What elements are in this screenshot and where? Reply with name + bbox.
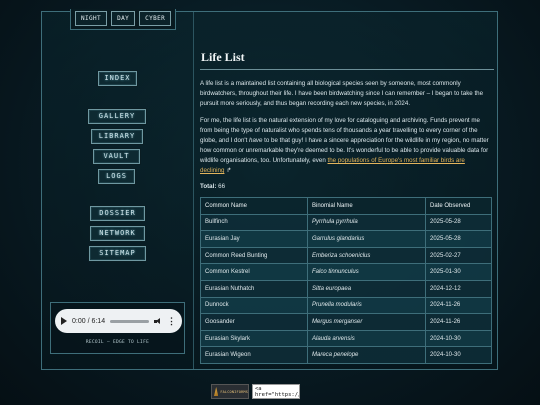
page-title: Life List: [201, 50, 245, 64]
site-frame: NIGHT DAY CYBER INDEX GALLERY LIBRARY VA…: [41, 9, 498, 370]
binomial-name-cell: Prunella modularis: [307, 296, 426, 315]
site-badge[interactable]: FALCONIFORMS: [211, 384, 249, 399]
date-observed-cell: 2025-01-30: [425, 263, 492, 281]
second-paragraph: For me, the life list is the natural ext…: [200, 116, 494, 176]
binomial-name-cell: Garrulus glandarius: [307, 230, 426, 248]
nav-vault-button[interactable]: VAULT: [93, 149, 140, 164]
binomial-name-cell: Sitta europaea: [307, 279, 426, 298]
music-player: 0:00 / 6:14 ⋮ RECOIL — EDGE TO LIFE: [50, 302, 185, 354]
more-vertical-icon[interactable]: ⋮: [167, 316, 176, 326]
badge-embed-code[interactable]: <a href="https://falconi: [252, 384, 300, 399]
nav-logs-button[interactable]: LOGS: [98, 169, 135, 184]
intro-paragraph: A life list is a maintained list contain…: [200, 80, 484, 107]
nav-network-button[interactable]: NETWORK: [90, 226, 145, 241]
table-row: Eurasian Wigeon Mareca penelope 2024-10-30: [200, 346, 492, 364]
badge-text: FALCONIFORMS: [220, 389, 248, 394]
column-header-binomial-name: Binomial Name: [307, 197, 426, 215]
common-name-cell: Bullfinch: [200, 213, 308, 232]
common-name-cell: Dunnock: [200, 296, 308, 315]
total-label: Total:: [200, 183, 217, 190]
date-observed-cell: 2025-02-27: [425, 246, 492, 265]
nav-index-button[interactable]: INDEX: [98, 71, 137, 86]
audio-progress-bar[interactable]: [110, 319, 149, 323]
common-name-cell: Common Kestrel: [200, 263, 308, 281]
column-header-date-observed: Date Observed: [425, 197, 492, 215]
nav-dossier-button[interactable]: DOSSIER: [90, 206, 145, 221]
external-link-icon: ↱: [226, 168, 232, 174]
table-row: Eurasian Jay Garrulus glandarius 2025-05-2…: [200, 230, 492, 248]
nav-library-button[interactable]: LIBRARY: [91, 129, 143, 144]
binomial-name-cell: Emberiza schoeniclus: [307, 246, 426, 265]
nav-sitemap-button[interactable]: SITEMAP: [89, 246, 146, 261]
table-row: Common Reed Bunting Emberiza schoeniclus 2…: [200, 246, 492, 265]
common-name-cell: Common Reed Bunting: [200, 246, 308, 265]
date-observed-cell: 2024-10-30: [425, 329, 492, 348]
audio-time: 0:00 / 6:14: [72, 317, 106, 325]
sidebar: INDEX GALLERY LIBRARY VAULT LOGS DOSSIER…: [42, 12, 194, 369]
audio-player: 0:00 / 6:14 ⋮: [55, 309, 182, 333]
common-name-cell: Eurasian Wigeon: [200, 346, 308, 364]
play-icon[interactable]: [61, 317, 67, 325]
nav-gallery-button[interactable]: GALLERY: [88, 109, 146, 124]
common-name-cell: Goosander: [200, 313, 308, 331]
volume-icon[interactable]: [154, 317, 162, 325]
table-row: Goosander Mergus merganser 2024-11-26: [200, 313, 492, 331]
date-observed-cell: 2024-11-26: [425, 313, 492, 331]
table-header-row: Common Name Binomial Name Date Observed: [200, 197, 492, 215]
binomial-name-cell: Mergus merganser: [307, 313, 426, 331]
binomial-name-cell: Pyrrhula pyrrhula: [307, 213, 426, 232]
total-value: 66: [218, 183, 226, 190]
date-observed-cell: 2024-12-12: [425, 279, 492, 298]
date-observed-cell: 2025-05-28: [425, 213, 492, 232]
table-row: Eurasian Skylark Alauda arvensis 2024-10-3…: [200, 329, 492, 348]
footer-badges: FALCONIFORMS <a href="https://falconi: [211, 384, 300, 399]
table-row: Common Kestrel Falco tinnunculus 2025-01-3…: [200, 263, 492, 281]
binomial-name-cell: Alauda arvensis: [307, 329, 426, 348]
date-observed-cell: 2024-10-30: [425, 346, 492, 364]
main-content: Life List A life list is a maintained li…: [200, 50, 494, 368]
date-observed-cell: 2024-11-26: [425, 296, 492, 315]
table-row: Dunnock Prunella modularis 2024-11-26: [200, 296, 492, 315]
common-name-cell: Eurasian Jay: [200, 230, 308, 248]
date-observed-cell: 2025-05-28: [425, 230, 492, 248]
column-header-common-name: Common Name: [200, 197, 308, 215]
common-name-cell: Eurasian Skylark: [200, 329, 308, 348]
falcon-logo-icon: [214, 387, 219, 396]
binomial-name-cell: Mareca penelope: [307, 346, 426, 364]
table-row: Bullfinch Pyrrhula pyrrhula 2025-05-28: [200, 213, 492, 232]
total-count: Total: 66: [200, 183, 494, 190]
second-paragraph-emphasis: have: [249, 137, 263, 144]
common-name-cell: Eurasian Nuthatch: [200, 279, 308, 298]
life-list-table: Common Name Binomial Name Date Observed …: [200, 197, 492, 364]
track-caption: RECOIL — EDGE TO LIFE: [85, 340, 150, 345]
binomial-name-cell: Falco tinnunculus: [307, 263, 426, 281]
title-divider: [200, 69, 494, 70]
table-row: Eurasian Nuthatch Sitta europaea 2024-12-1…: [200, 279, 492, 298]
